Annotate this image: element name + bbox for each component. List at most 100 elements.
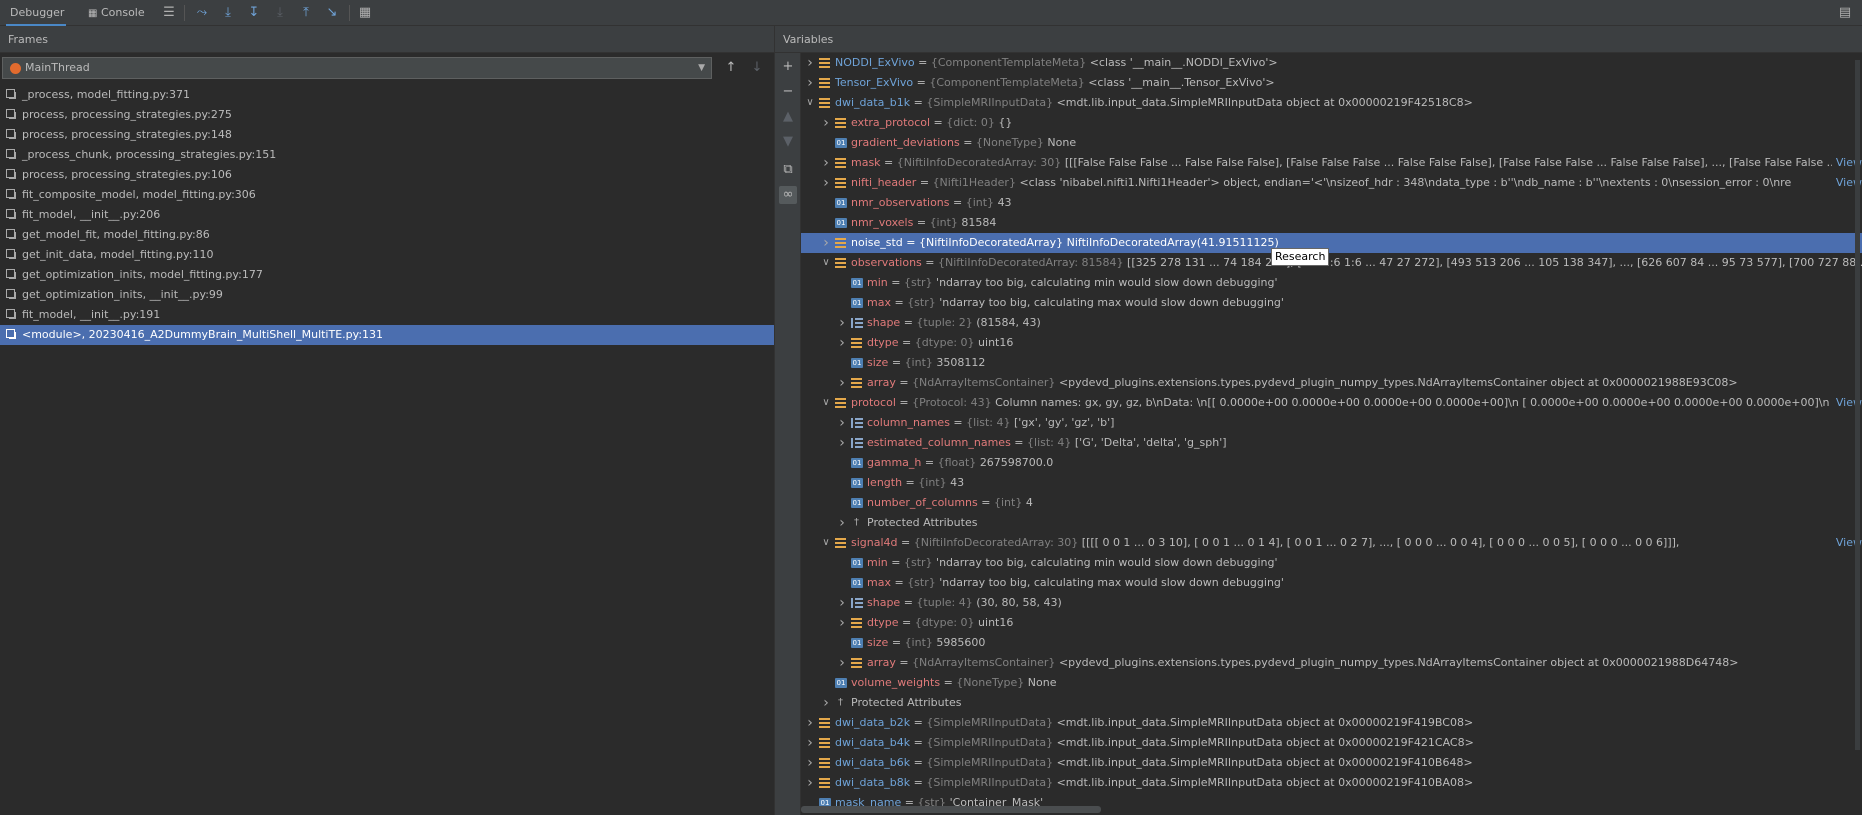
variable-row[interactable]: › dwi_data_b4k = {SimpleMRIInputData} <md…	[801, 733, 1862, 753]
chevron-right-icon[interactable]: ›	[805, 53, 815, 73]
menu-icon[interactable]: ☰	[160, 4, 178, 22]
force-step-into-icon[interactable]: ⤓	[271, 4, 289, 22]
variable-row[interactable]: ∨ protocol = {Protocol: 43} Column names:…	[801, 393, 1862, 413]
variable-row[interactable]: ∨ signal4d = {NiftiInfoDecoratedArray: 30…	[801, 533, 1862, 553]
step-over-icon[interactable]: ⤳	[193, 4, 211, 22]
previous-frame-up-icon[interactable]: ↑	[722, 58, 740, 78]
chevron-down-icon[interactable]: ∨	[821, 533, 831, 553]
step-into-icon[interactable]: ⤓	[219, 4, 237, 22]
variable-row[interactable]: › † Protected Attributes	[801, 513, 1862, 533]
chevron-right-icon[interactable]: ›	[837, 333, 847, 353]
chevron-right-icon[interactable]: ›	[805, 773, 815, 793]
variable-row[interactable]: › mask = {NiftiInfoDecoratedArray: 30} [[…	[801, 153, 1862, 173]
chevron-right-icon[interactable]: ›	[821, 173, 831, 193]
variable-row[interactable]: ∨ dwi_data_b1k = {SimpleMRIInputData} <md…	[801, 93, 1862, 113]
variables-vertical-scrollbar[interactable]	[1855, 60, 1860, 750]
chevron-right-icon[interactable]: ›	[837, 593, 847, 613]
tab-console[interactable]: ▦ Console	[88, 0, 145, 26]
frame-row[interactable]: <module>, 20230416_A2DummyBrain_MultiShe…	[0, 325, 774, 345]
chevron-right-icon[interactable]: ›	[837, 313, 847, 333]
variable-row[interactable]: 01 gradient_deviations = {NoneType} None	[801, 133, 1862, 153]
frame-row[interactable]: _process_chunk, processing_strategies.py…	[0, 145, 774, 165]
chevron-right-icon[interactable]: ›	[805, 713, 815, 733]
variable-row[interactable]: 01 volume_weights = {NoneType} None	[801, 673, 1862, 693]
variable-value: 'ndarray too big, calculating max would …	[939, 296, 1284, 309]
variable-row[interactable]: 01 length = {int} 43	[801, 473, 1862, 493]
variable-row[interactable]: 01 max = {str} 'ndarray too big, calculat…	[801, 573, 1862, 593]
variable-row[interactable]: › dwi_data_b2k = {SimpleMRIInputData} <md…	[801, 713, 1862, 733]
frame-row[interactable]: get_optimization_inits, model_fitting.py…	[0, 265, 774, 285]
variable-row[interactable]: 01 number_of_columns = {int} 4	[801, 493, 1862, 513]
chevron-down-icon[interactable]: ∨	[805, 93, 815, 113]
chevron-right-icon[interactable]: ›	[805, 73, 815, 93]
remove-watch-icon[interactable]: −	[779, 83, 797, 101]
chevron-right-icon[interactable]: ›	[821, 113, 831, 133]
next-frame-down-icon[interactable]: ↓	[748, 58, 766, 78]
variable-row[interactable]: 01 min = {str} 'ndarray too big, calculat…	[801, 273, 1862, 293]
variable-row[interactable]: › array = {NdArrayItemsContainer} <pydevd…	[801, 653, 1862, 673]
copy-icon[interactable]: ⧉	[779, 161, 797, 179]
variable-row[interactable]: › dwi_data_b6k = {SimpleMRIInputData} <md…	[801, 753, 1862, 773]
chevron-right-icon[interactable]: ›	[821, 153, 831, 173]
variable-row[interactable]: › † Protected Attributes	[801, 693, 1862, 713]
move-down-icon[interactable]: ▼	[779, 133, 797, 151]
chevron-right-icon[interactable]: ›	[821, 693, 831, 713]
add-watch-icon[interactable]: +	[779, 58, 797, 76]
chevron-down-icon[interactable]: ∨	[821, 393, 831, 413]
run-to-cursor-icon[interactable]: ↘	[323, 4, 341, 22]
frame-row[interactable]: process, processing_strategies.py:106	[0, 165, 774, 185]
variable-type: {int}	[918, 476, 947, 489]
step-into-my-code-icon[interactable]: ↧	[245, 4, 263, 22]
equals-sign: =	[910, 776, 927, 789]
move-up-icon[interactable]: ▲	[779, 108, 797, 126]
variable-row[interactable]: › dwi_data_b8k = {SimpleMRIInputData} <md…	[801, 773, 1862, 793]
frame-row[interactable]: fit_model, __init__.py:191	[0, 305, 774, 325]
thread-dropdown[interactable]: MainThread ▼	[2, 57, 712, 79]
chevron-right-icon[interactable]: ›	[805, 733, 815, 753]
variable-row[interactable]: › nifti_header = {Nifti1Header} <class 'n…	[801, 173, 1862, 193]
variable-row[interactable]: › Tensor_ExVivo = {ComponentTemplateMeta}…	[801, 73, 1862, 93]
chevron-down-icon[interactable]: ∨	[821, 253, 831, 273]
frame-row[interactable]: process, processing_strategies.py:275	[0, 105, 774, 125]
variable-row[interactable]: 01 gamma_h = {float} 267598700.0	[801, 453, 1862, 473]
variable-row[interactable]: › NODDI_ExVivo = {ComponentTemplateMeta} …	[801, 53, 1862, 73]
show-watches-glasses-icon[interactable]: ∞	[779, 186, 797, 204]
variable-row[interactable]: › noise_std = {NiftiInfoDecoratedArray} N…	[801, 233, 1862, 253]
frame-row[interactable]: fit_model, __init__.py:206	[0, 205, 774, 225]
chevron-right-icon[interactable]: ›	[837, 413, 847, 433]
frame-row[interactable]: fit_composite_model, model_fitting.py:30…	[0, 185, 774, 205]
frame-row[interactable]: get_model_fit, model_fitting.py:86	[0, 225, 774, 245]
frame-row[interactable]: get_init_data, model_fitting.py:110	[0, 245, 774, 265]
variable-row[interactable]: 01 size = {int} 3508112	[801, 353, 1862, 373]
layout-settings-icon[interactable]: ▤	[1836, 4, 1854, 22]
step-out-icon[interactable]: ⤒	[297, 4, 315, 22]
variable-row[interactable]: 01 size = {int} 5985600	[801, 633, 1862, 653]
chevron-right-icon[interactable]: ›	[837, 513, 847, 533]
variable-row[interactable]: 01 nmr_observations = {int} 43	[801, 193, 1862, 213]
variables-horizontal-scrollbar[interactable]	[801, 806, 1101, 813]
variable-row[interactable]: › shape = {tuple: 4} (30, 80, 58, 43)	[801, 593, 1862, 613]
chevron-right-icon[interactable]: ›	[837, 373, 847, 393]
chevron-right-icon[interactable]: ›	[821, 233, 831, 253]
variable-text: extra_protocol = {dict: 0} {}	[851, 113, 1012, 133]
evaluate-table-icon[interactable]: ▦	[356, 4, 374, 22]
variable-row[interactable]: › estimated_column_names = {list: 4} ['G'…	[801, 433, 1862, 453]
tab-debugger[interactable]: Debugger	[6, 0, 66, 26]
chevron-right-icon[interactable]: ›	[837, 613, 847, 633]
variable-row[interactable]: 01 max = {str} 'ndarray too big, calculat…	[801, 293, 1862, 313]
frame-row[interactable]: get_optimization_inits, __init__.py:99	[0, 285, 774, 305]
chevron-right-icon[interactable]: ›	[805, 753, 815, 773]
variable-row[interactable]: ∨ observations = {NiftiInfoDecoratedArray…	[801, 253, 1862, 273]
variable-row[interactable]: › dtype = {dtype: 0} uint16	[801, 333, 1862, 353]
variable-row[interactable]: › array = {NdArrayItemsContainer} <pydevd…	[801, 373, 1862, 393]
variable-row[interactable]: › shape = {tuple: 2} (81584, 43)	[801, 313, 1862, 333]
frame-row[interactable]: _process, model_fitting.py:371	[0, 85, 774, 105]
variable-row[interactable]: 01 min = {str} 'ndarray too big, calculat…	[801, 553, 1862, 573]
variable-row[interactable]: 01 nmr_voxels = {int} 81584	[801, 213, 1862, 233]
variable-row[interactable]: › dtype = {dtype: 0} uint16	[801, 613, 1862, 633]
chevron-right-icon[interactable]: ›	[837, 653, 847, 673]
variable-row[interactable]: › column_names = {list: 4} ['gx', 'gy', '…	[801, 413, 1862, 433]
chevron-right-icon[interactable]: ›	[837, 433, 847, 453]
frame-row[interactable]: process, processing_strategies.py:148	[0, 125, 774, 145]
variable-row[interactable]: › extra_protocol = {dict: 0} {}	[801, 113, 1862, 133]
